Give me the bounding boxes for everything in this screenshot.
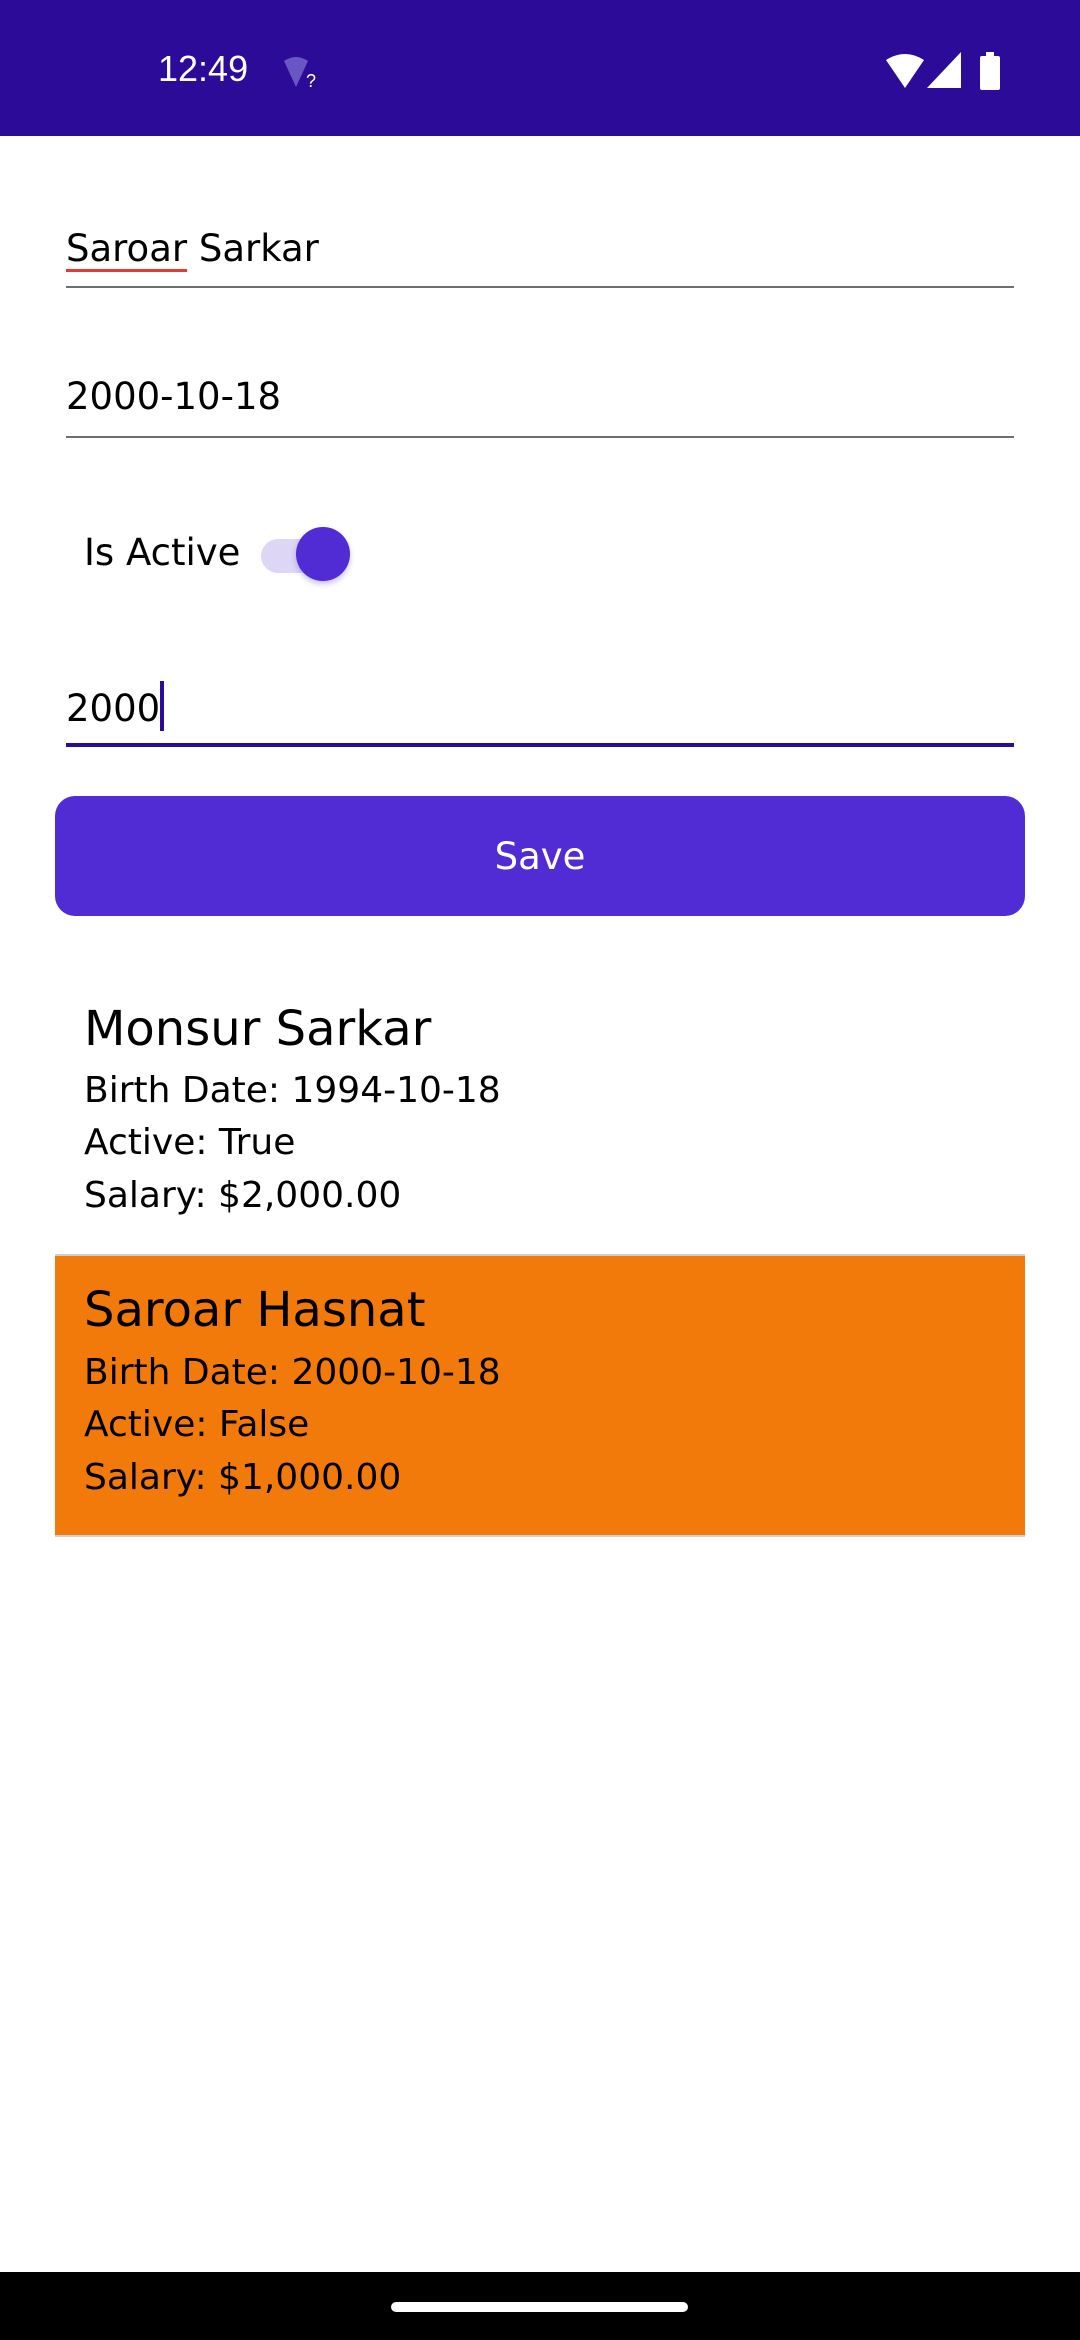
name-input[interactable]: Saroar Sarkar — [66, 222, 1014, 292]
list-item[interactable]: Monsur Sarkar Birth Date: 1994-10-18 Act… — [55, 985, 1025, 1256]
is-active-switch-thumb[interactable] — [296, 527, 350, 581]
misspelled-word: Saroar — [66, 227, 188, 270]
birth-date-input[interactable]: 2000-10-18 — [66, 372, 1014, 442]
birth-date-value: 2000-10-18 — [66, 375, 282, 418]
item-active: Active: True — [84, 1122, 296, 1163]
birth-date-underline — [66, 436, 1014, 438]
home-gesture-handle[interactable] — [391, 2302, 688, 2312]
salary-value: 2000 — [66, 687, 161, 730]
item-birth-date: Birth Date: 2000-10-18 — [84, 1352, 501, 1393]
salary-underline-focused — [66, 743, 1014, 747]
item-salary: Salary: $1,000.00 — [84, 1457, 402, 1498]
signal-icon — [927, 52, 961, 88]
item-active: Active: False — [84, 1404, 310, 1445]
battery-icon — [980, 52, 1000, 90]
wifi-unknown-icon: ? — [284, 57, 316, 89]
item-birth-date: Birth Date: 1994-10-18 — [84, 1070, 501, 1111]
name-underline — [66, 286, 1014, 288]
wifi-icon — [886, 54, 924, 88]
name-rest: Sarkar — [187, 227, 319, 270]
clock: 12:49 — [158, 48, 249, 89]
save-button[interactable]: Save — [55, 796, 1025, 916]
text-cursor — [160, 681, 165, 731]
list-item-selected[interactable]: Saroar Hasnat Birth Date: 2000-10-18 Act… — [55, 1256, 1025, 1537]
item-salary: Salary: $2,000.00 — [84, 1175, 402, 1216]
item-name: Saroar Hasnat — [84, 1282, 426, 1338]
status-bar: 12:49 ? — [0, 0, 1080, 136]
salary-input[interactable]: 2000 — [66, 676, 1014, 750]
is-active-label: Is Active — [84, 531, 241, 574]
item-name: Monsur Sarkar — [84, 1001, 432, 1057]
svg-text:?: ? — [306, 71, 316, 89]
